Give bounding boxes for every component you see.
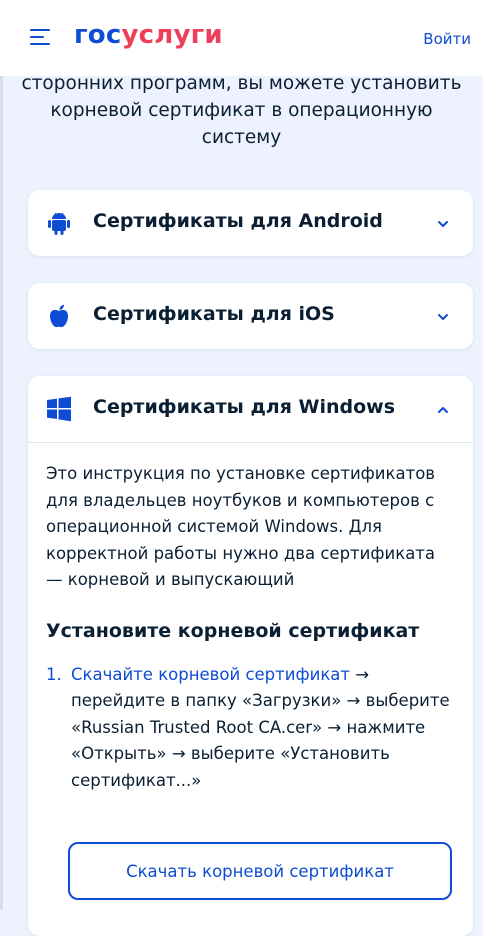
- step-number: 1.: [46, 664, 62, 684]
- download-root-cert-link[interactable]: Скачайте корневой сертификат: [71, 665, 350, 684]
- windows-icon: [47, 396, 71, 422]
- accordion-ios-title: Сертификаты для iOS: [93, 303, 335, 325]
- chevron-down-icon[interactable]: [437, 218, 449, 230]
- accordion-windows-title: Сертификаты для Windows: [93, 396, 396, 418]
- root-cert-heading: Установите корневой сертификат: [46, 619, 420, 642]
- list-item: 1. Скачайте корневой сертификат → перейд…: [46, 662, 455, 795]
- accordion-windows[interactable]: Сертификаты для Windows Это инструкция п…: [28, 376, 473, 936]
- top-header: госуслуги Войти: [0, 0, 483, 76]
- android-icon: [48, 212, 70, 235]
- accordion-ios[interactable]: Сертификаты для iOS: [28, 283, 473, 349]
- apple-icon: [50, 304, 68, 328]
- chevron-down-icon[interactable]: [437, 311, 449, 323]
- logo-part-1: гос: [74, 20, 122, 50]
- menu-icon[interactable]: [30, 29, 50, 45]
- accordion-windows-header[interactable]: Сертификаты для Windows: [28, 376, 473, 442]
- gosuslugi-logo[interactable]: госуслуги: [74, 20, 223, 50]
- logo-part-2: услуги: [121, 20, 223, 50]
- accordion-android[interactable]: Сертификаты для Android: [28, 190, 473, 256]
- intro-text: сторонних программ, вы можете установить…: [21, 73, 462, 148]
- accordion-android-header[interactable]: Сертификаты для Android: [28, 190, 473, 256]
- left-edge: [0, 0, 3, 910]
- windows-description: Это инструкция по установке сертификатов…: [46, 464, 436, 589]
- download-root-cert-button[interactable]: Скачать корневой сертификат: [68, 842, 452, 900]
- login-link[interactable]: Войти: [423, 30, 471, 48]
- accordion-ios-header[interactable]: Сертификаты для iOS: [28, 283, 473, 349]
- accordion-android-title: Сертификаты для Android: [93, 210, 383, 232]
- accordion-windows-body: Это инструкция по установке сертификатов…: [28, 443, 473, 794]
- chevron-up-icon[interactable]: [437, 404, 449, 416]
